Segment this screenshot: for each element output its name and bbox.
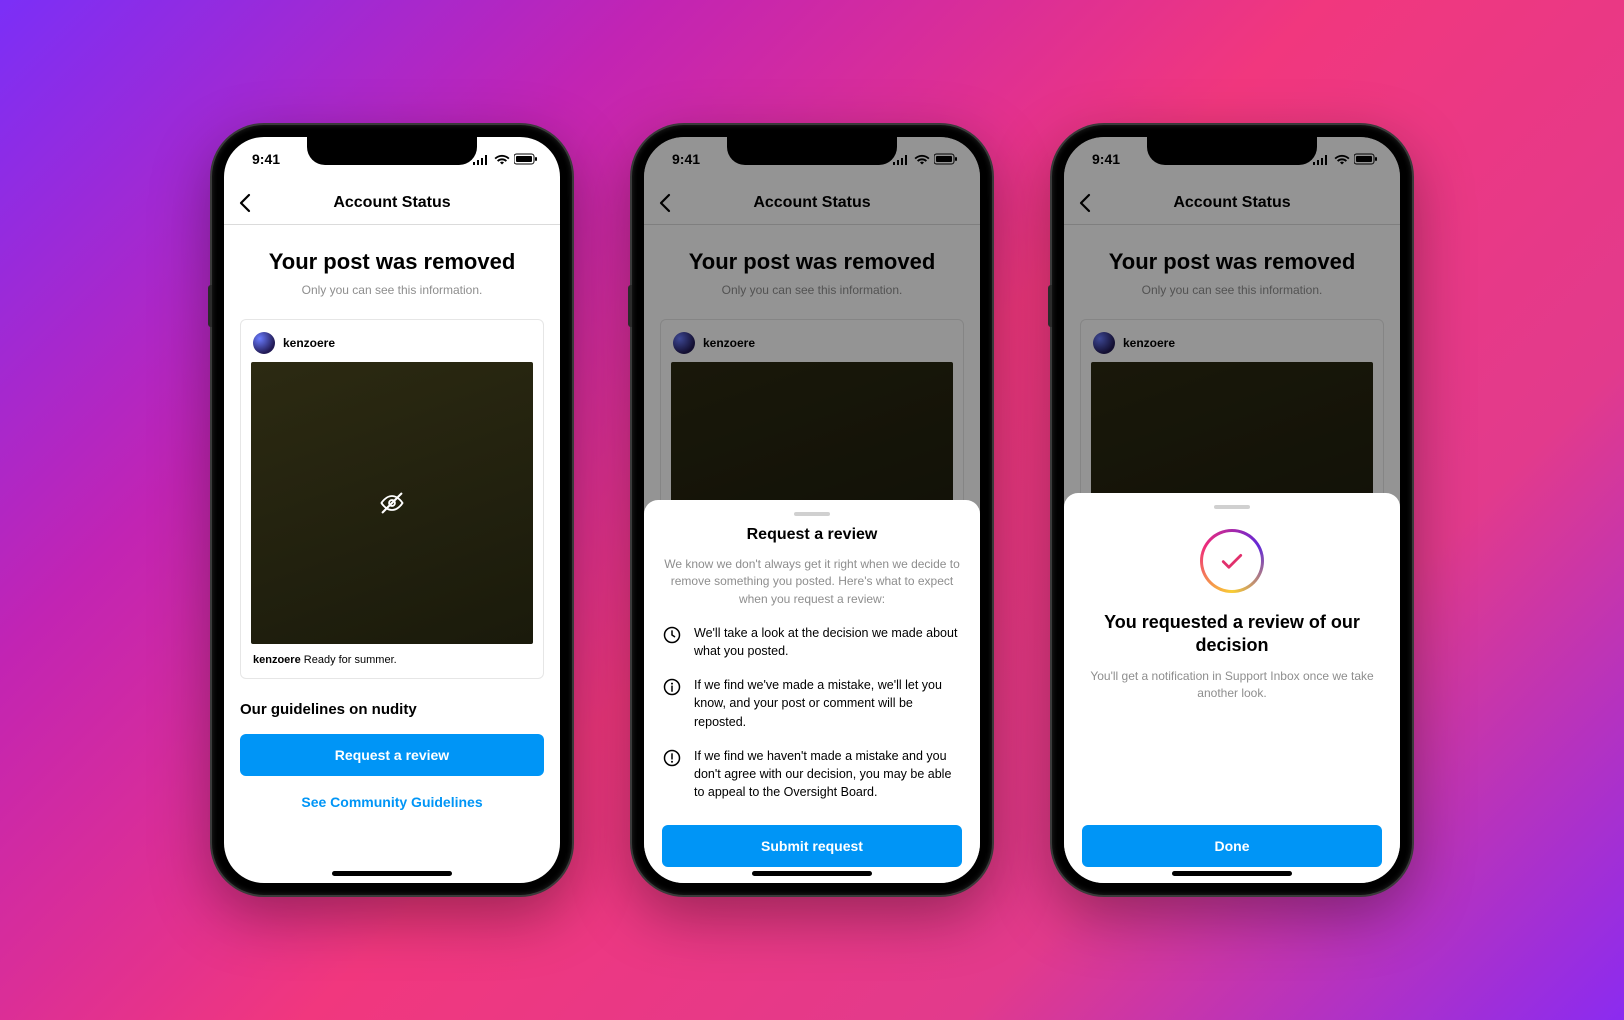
chevron-left-icon: [238, 193, 252, 213]
sheet-title: Request a review: [662, 526, 962, 544]
request-review-button[interactable]: Request a review: [240, 734, 544, 776]
sheet-grabber[interactable]: [794, 512, 830, 516]
page-subtext: Only you can see this information.: [240, 283, 544, 297]
sheet-grabber[interactable]: [1214, 505, 1250, 509]
phone-request-review-sheet: 9:41 Account Status Your post was remove…: [632, 125, 992, 895]
phone-account-status: 9:41 Account Status Your post was remove…: [212, 125, 572, 895]
bullet-row-2: If we find we've made a mistake, we'll l…: [662, 676, 962, 730]
battery-icon: [514, 153, 538, 165]
page-heading: Your post was removed: [240, 249, 544, 275]
back-button[interactable]: [238, 193, 252, 213]
hidden-eye-icon: [378, 489, 406, 517]
wifi-icon: [494, 154, 510, 165]
nav-bar: Account Status: [224, 181, 560, 225]
caption-username: kenzoere: [253, 654, 301, 666]
status-indicators: [472, 153, 538, 165]
caption-text: Ready for summer.: [304, 654, 397, 666]
info-icon: [662, 677, 682, 730]
status-time: 9:41: [252, 151, 280, 167]
clock-icon: [662, 625, 682, 660]
sheet-intro: We know we don't always get it right whe…: [662, 556, 962, 608]
home-indicator[interactable]: [1172, 871, 1292, 876]
home-indicator[interactable]: [752, 871, 872, 876]
confirm-subtext: You'll get a notification in Support Inb…: [1082, 668, 1382, 703]
bullet-text-1: We'll take a look at the decision we mad…: [694, 624, 962, 660]
bullet-text-2: If we find we've made a mistake, we'll l…: [694, 676, 962, 730]
success-check-icon: [1200, 529, 1264, 593]
avatar: [253, 332, 275, 354]
notch: [307, 137, 477, 165]
notch: [1147, 137, 1317, 165]
username: kenzoere: [283, 336, 335, 350]
removed-post-card: kenzoere kenzoere Ready for summer.: [240, 319, 544, 679]
confirm-title: You requested a review of our decision: [1082, 611, 1382, 658]
post-thumbnail: [251, 362, 533, 644]
nav-title: Account Status: [333, 194, 450, 212]
bullet-text-3: If we find we haven't made a mistake and…: [694, 747, 962, 801]
guidelines-section-title: Our guidelines on nudity: [240, 701, 544, 718]
bullet-row-3: If we find we haven't made a mistake and…: [662, 747, 962, 801]
notch: [727, 137, 897, 165]
bullet-row-1: We'll take a look at the decision we mad…: [662, 624, 962, 660]
alert-icon: [662, 748, 682, 801]
submit-request-button[interactable]: Submit request: [662, 825, 962, 867]
request-review-sheet: Request a review We know we don't always…: [644, 500, 980, 883]
phone-review-confirmed-sheet: 9:41 Account Status Your post was remove…: [1052, 125, 1412, 895]
review-confirmation-sheet: You requested a review of our decision Y…: [1064, 493, 1400, 883]
done-button[interactable]: Done: [1082, 825, 1382, 867]
home-indicator[interactable]: [332, 871, 452, 876]
content-area: Your post was removed Only you can see t…: [224, 225, 560, 822]
see-guidelines-button[interactable]: See Community Guidelines: [240, 782, 544, 822]
post-caption: kenzoere Ready for summer.: [251, 654, 533, 666]
